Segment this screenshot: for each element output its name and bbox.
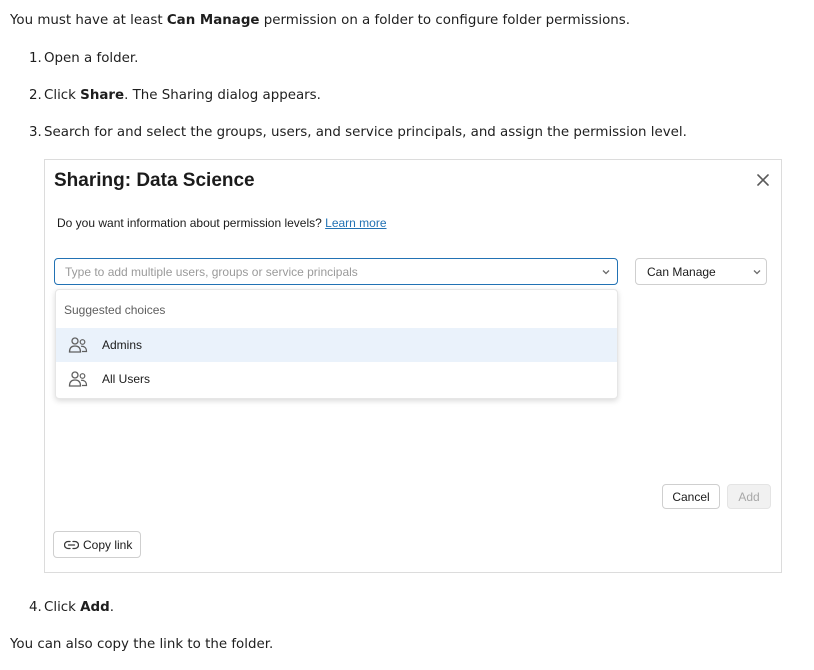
suggestions-dropdown: Suggested choices Admins All Users xyxy=(55,289,618,399)
copy-link-button[interactable]: Copy link xyxy=(53,531,141,558)
add-button[interactable]: Add xyxy=(727,484,771,509)
intro-paragraph: You must have at least Can Manage permis… xyxy=(10,12,630,30)
step-2: 2. Click Share. The Sharing dialog appear… xyxy=(29,87,321,105)
step-text: Click xyxy=(44,88,81,103)
step-bold: Add xyxy=(80,600,110,615)
outro-paragraph: You can also copy the link to the folder… xyxy=(10,637,274,652)
step-3: 3. Search for and select the groups, user… xyxy=(29,124,687,142)
step-number: 3. xyxy=(29,125,42,140)
step-number: 1. xyxy=(29,51,42,66)
intro-bold: Can Manage xyxy=(166,13,260,28)
step-4: 4. Click Add. xyxy=(29,599,114,617)
chevron-down-icon[interactable] xyxy=(752,267,762,277)
group-icon xyxy=(68,371,88,387)
step-number: 4. xyxy=(29,600,42,615)
cancel-button[interactable]: Cancel xyxy=(662,484,720,509)
step-number: 2. xyxy=(29,88,42,103)
principal-search-input[interactable] xyxy=(65,263,585,280)
step-text: Open a folder. xyxy=(44,51,139,66)
step-1: 1. Open a folder. xyxy=(29,50,138,68)
info-text: Do you want information about permission… xyxy=(57,216,326,230)
suggestion-label: Admins xyxy=(102,338,143,352)
sharing-dialog: Sharing: Data Science Do you want inform… xyxy=(44,159,782,573)
step-bold: Share xyxy=(80,88,125,103)
dialog-title: Sharing: Data Science xyxy=(54,170,255,191)
intro-text: You must have at least xyxy=(10,13,167,28)
permission-level-value: Can Manage xyxy=(647,265,716,279)
permission-level-select[interactable]: Can Manage xyxy=(635,258,767,285)
intro-text-end: permission on a folder to configure fold… xyxy=(259,13,631,28)
group-icon xyxy=(68,337,88,353)
copy-link-label: Copy link xyxy=(83,538,133,552)
suggestion-item-all-users[interactable]: All Users xyxy=(56,362,617,396)
link-icon xyxy=(64,540,79,550)
chevron-down-icon[interactable] xyxy=(601,267,611,277)
step-text: Search for and select the groups, users,… xyxy=(44,125,687,140)
learn-more-link[interactable]: Learn more xyxy=(325,216,386,230)
suggestion-item-admins[interactable]: Admins xyxy=(56,328,617,362)
suggestion-label: All Users xyxy=(102,372,151,386)
suggestions-header: Suggested choices xyxy=(64,303,166,317)
step-text: Click xyxy=(44,600,81,615)
permission-info: Do you want information about permission… xyxy=(57,216,387,230)
step-text-end: . The Sharing dialog appears. xyxy=(124,88,321,103)
close-icon[interactable] xyxy=(755,172,771,188)
step-text-end: . xyxy=(109,600,114,615)
principal-search-field[interactable] xyxy=(54,258,618,285)
